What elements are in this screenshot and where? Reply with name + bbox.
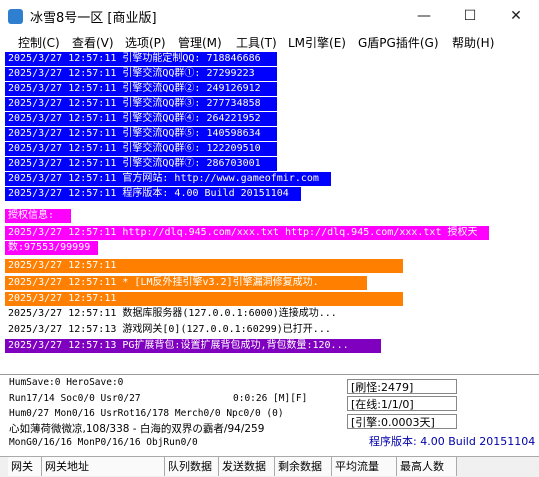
close-button[interactable]: ✕ — [493, 0, 539, 32]
log-line: 2025/3/27 12:57:11 引擎交流QQ群③: 277734858 — [5, 97, 277, 111]
col-gate[interactable]: 网关 — [8, 457, 42, 476]
maximize-button[interactable]: ☐ — [447, 0, 493, 32]
col-remaining-data[interactable]: 剩余数据 — [275, 457, 332, 476]
log-line: 2025/3/27 12:57:13 PG扩展背包:设置扩展背包成功,背包数量:… — [5, 339, 381, 353]
col-queue-data[interactable]: 队列数据 — [165, 457, 219, 476]
col-send-data[interactable]: 发送数据 — [219, 457, 275, 476]
col-max-users[interactable]: 最高人数 — [397, 457, 457, 476]
menu-control[interactable]: 控制(C) — [18, 34, 60, 51]
status-humsave: HumSave:0 HeroSave:0 — [9, 377, 124, 388]
status-run: Run17/14 Soc0/0 Usr0/27 — [9, 393, 141, 404]
menu-options[interactable]: 选项(P) — [125, 34, 166, 51]
refresh-monster-count: [刷怪:2479] — [347, 379, 457, 394]
menu-view[interactable]: 查看(V) — [72, 34, 114, 51]
log-line: 2025/3/27 12:57:13 游戏网关[0](127.0.0.1:602… — [8, 324, 331, 335]
window-title: 冰雪8号一区 [商业版] — [30, 10, 157, 26]
status-player: 心如薄荷微微凉,108/338 - 白海的双界の霸者/94/259 — [9, 423, 265, 435]
status-hum: Hum0/27 Mon0/16 UsrRot16/178 Merch0/0 Np… — [9, 408, 284, 419]
menu-tools[interactable]: 工具(T) — [236, 34, 277, 51]
status-mong: MonG0/16/16 MonP0/16/16 ObjRun0/0 — [9, 437, 198, 448]
log-line: 2025/3/27 12:57:11 引擎交流QQ群⑥: 122209510 — [5, 142, 277, 156]
menu-manage[interactable]: 管理(M) — [178, 34, 222, 51]
engine-days: [引擎:0.0003天] — [347, 414, 457, 429]
menu-gdun-plugin[interactable]: G盾PG插件(G) — [358, 34, 439, 51]
menu-lm-engine[interactable]: LM引擎(E) — [288, 34, 346, 51]
log-line: 2025/3/27 12:57:11 程序版本: 4.00 Build 2015… — [5, 187, 301, 201]
log-line: 2025/3/27 12:57:11 数据库服务器(127.0.0.1:6000… — [8, 308, 337, 319]
log-panel[interactable]: 2025/3/27 12:57:11 引擎功能定制QQ: 718846686 2… — [5, 52, 539, 374]
menu-help[interactable]: 帮助(H) — [452, 34, 494, 51]
log-line: 2025/3/27 12:57:11 引擎交流QQ群②: 249126912 — [5, 82, 277, 96]
program-version: 程序版本: 4.00 Build 20151104 — [369, 435, 536, 448]
log-scrollbar[interactable] — [529, 52, 539, 374]
col-gate-address[interactable]: 网关地址 — [42, 457, 165, 476]
title-bar: 冰雪8号一区 [商业版] — ☐ ✕ — [0, 0, 539, 32]
log-line: 2025/3/27 12:57:11 http://dlq.945.com/xx… — [5, 226, 489, 240]
log-line: 2025/3/27 12:57:11 引擎交流QQ群⑦: 286703001 — [5, 157, 277, 171]
online-count: [在线:1/1/0] — [347, 396, 457, 411]
log-line: 数:97553/99999 — [5, 241, 98, 255]
log-line: 2025/3/27 12:57:11 * [LM反外挂引擎v3.2]引擎漏洞修复… — [5, 276, 367, 290]
log-line: 2025/3/27 12:57:11 引擎功能定制QQ: 718846686 — [5, 52, 277, 66]
log-line: 2025/3/27 12:57:11 官方网站: http://www.game… — [5, 172, 331, 186]
log-line: 2025/3/27 12:57:11 引擎交流QQ群①: 27299223 — [5, 67, 277, 81]
status-uptime: 0:0:26 [M][F] — [233, 393, 308, 404]
log-line: 2025/3/27 12:57:11 — [5, 292, 403, 306]
col-average-traffic[interactable]: 平均流量 — [332, 457, 397, 476]
log-line: 2025/3/27 12:57:11 引擎交流QQ群⑤: 140598634 — [5, 127, 277, 141]
log-line: 授权信息: — [5, 209, 71, 223]
log-line: 2025/3/27 12:57:11 引擎交流QQ群④: 264221952 — [5, 112, 277, 126]
log-line: 2025/3/27 12:57:11 — [5, 259, 403, 273]
gate-list-header: 网关 网关地址 队列数据 发送数据 剩余数据 平均流量 最高人数 — [0, 456, 539, 477]
app-icon — [8, 8, 23, 24]
menu-bar: 控制(C) 查看(V) 选项(P) 管理(M) 工具(T) LM引擎(E) G盾… — [0, 32, 539, 52]
minimize-button[interactable]: — — [401, 0, 447, 32]
